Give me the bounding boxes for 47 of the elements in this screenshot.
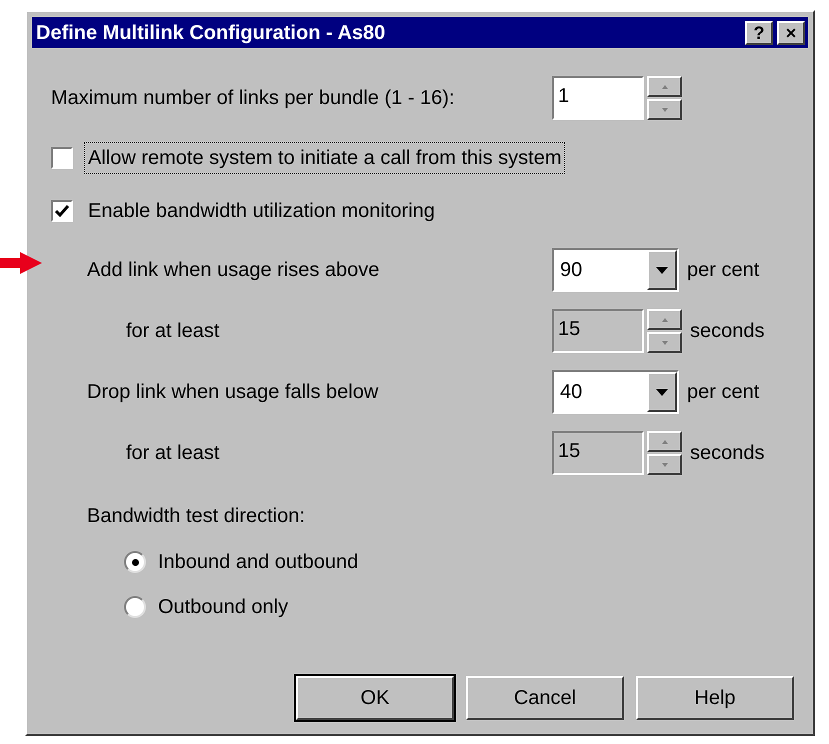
spin-field[interactable]: 1: [552, 76, 644, 120]
checkbox-label[interactable]: Allow remote system to initiate a call from this system: [85, 143, 564, 173]
down-arrow-icon: [662, 462, 668, 466]
dropdown-field[interactable]: 40: [552, 370, 679, 414]
radio-button[interactable]: [124, 551, 146, 573]
radio-label: Outbound only: [158, 595, 288, 620]
spin-down-button[interactable]: [647, 99, 682, 120]
unit-label: seconds: [690, 319, 764, 344]
threshold-label: for at least: [126, 319, 220, 344]
check-icon: [55, 205, 69, 217]
up-arrow-icon: [662, 84, 668, 88]
dialog-button[interactable]: Help: [636, 676, 794, 720]
down-arrow-icon: [662, 340, 668, 344]
dropdown-value: 90: [559, 258, 584, 283]
down-arrow-icon: [656, 388, 668, 396]
unit-label: seconds: [690, 441, 764, 466]
dropdown-button[interactable]: [647, 372, 677, 412]
checkbox[interactable]: [51, 147, 73, 169]
pointer-arrow-icon: [0, 252, 42, 274]
window-title: Define Multilink Configuration - As80: [36, 20, 386, 46]
spin-up-button[interactable]: [647, 431, 682, 452]
up-arrow-icon: [662, 318, 668, 322]
up-arrow-icon: [662, 440, 668, 444]
spin-down-button[interactable]: [647, 332, 682, 353]
checkbox-label[interactable]: Enable bandwidth utilization monitoring: [85, 196, 438, 226]
close-button[interactable]: ×: [777, 20, 805, 44]
direction-label: Bandwidth test direction:: [87, 504, 306, 529]
dropdown-button[interactable]: [647, 250, 677, 290]
threshold-label: Drop link when usage falls below: [87, 380, 380, 405]
unit-label: per cent: [687, 258, 760, 283]
down-arrow-icon: [662, 108, 668, 112]
dropdown-field[interactable]: 90: [552, 248, 679, 292]
threshold-label: for at least: [126, 441, 220, 466]
dialog-button[interactable]: OK: [296, 676, 454, 720]
down-arrow-icon: [656, 266, 668, 274]
dialog-button[interactable]: Cancel: [466, 676, 624, 720]
checkbox[interactable]: [51, 200, 73, 222]
spin-up-button[interactable]: [647, 309, 682, 330]
max-links-label: Maximum number of links per bundle (1 - 16):: [51, 86, 456, 111]
help-button[interactable]: ?: [745, 20, 773, 44]
dropdown-value: 40: [559, 380, 584, 405]
spin-down-button[interactable]: [647, 454, 682, 475]
radio-label: Inbound and outbound: [158, 550, 358, 575]
threshold-label: Add link when usage rises above: [87, 258, 380, 283]
spin-up-button[interactable]: [647, 76, 682, 97]
unit-label: per cent: [687, 380, 760, 405]
radio-button[interactable]: [124, 596, 146, 618]
